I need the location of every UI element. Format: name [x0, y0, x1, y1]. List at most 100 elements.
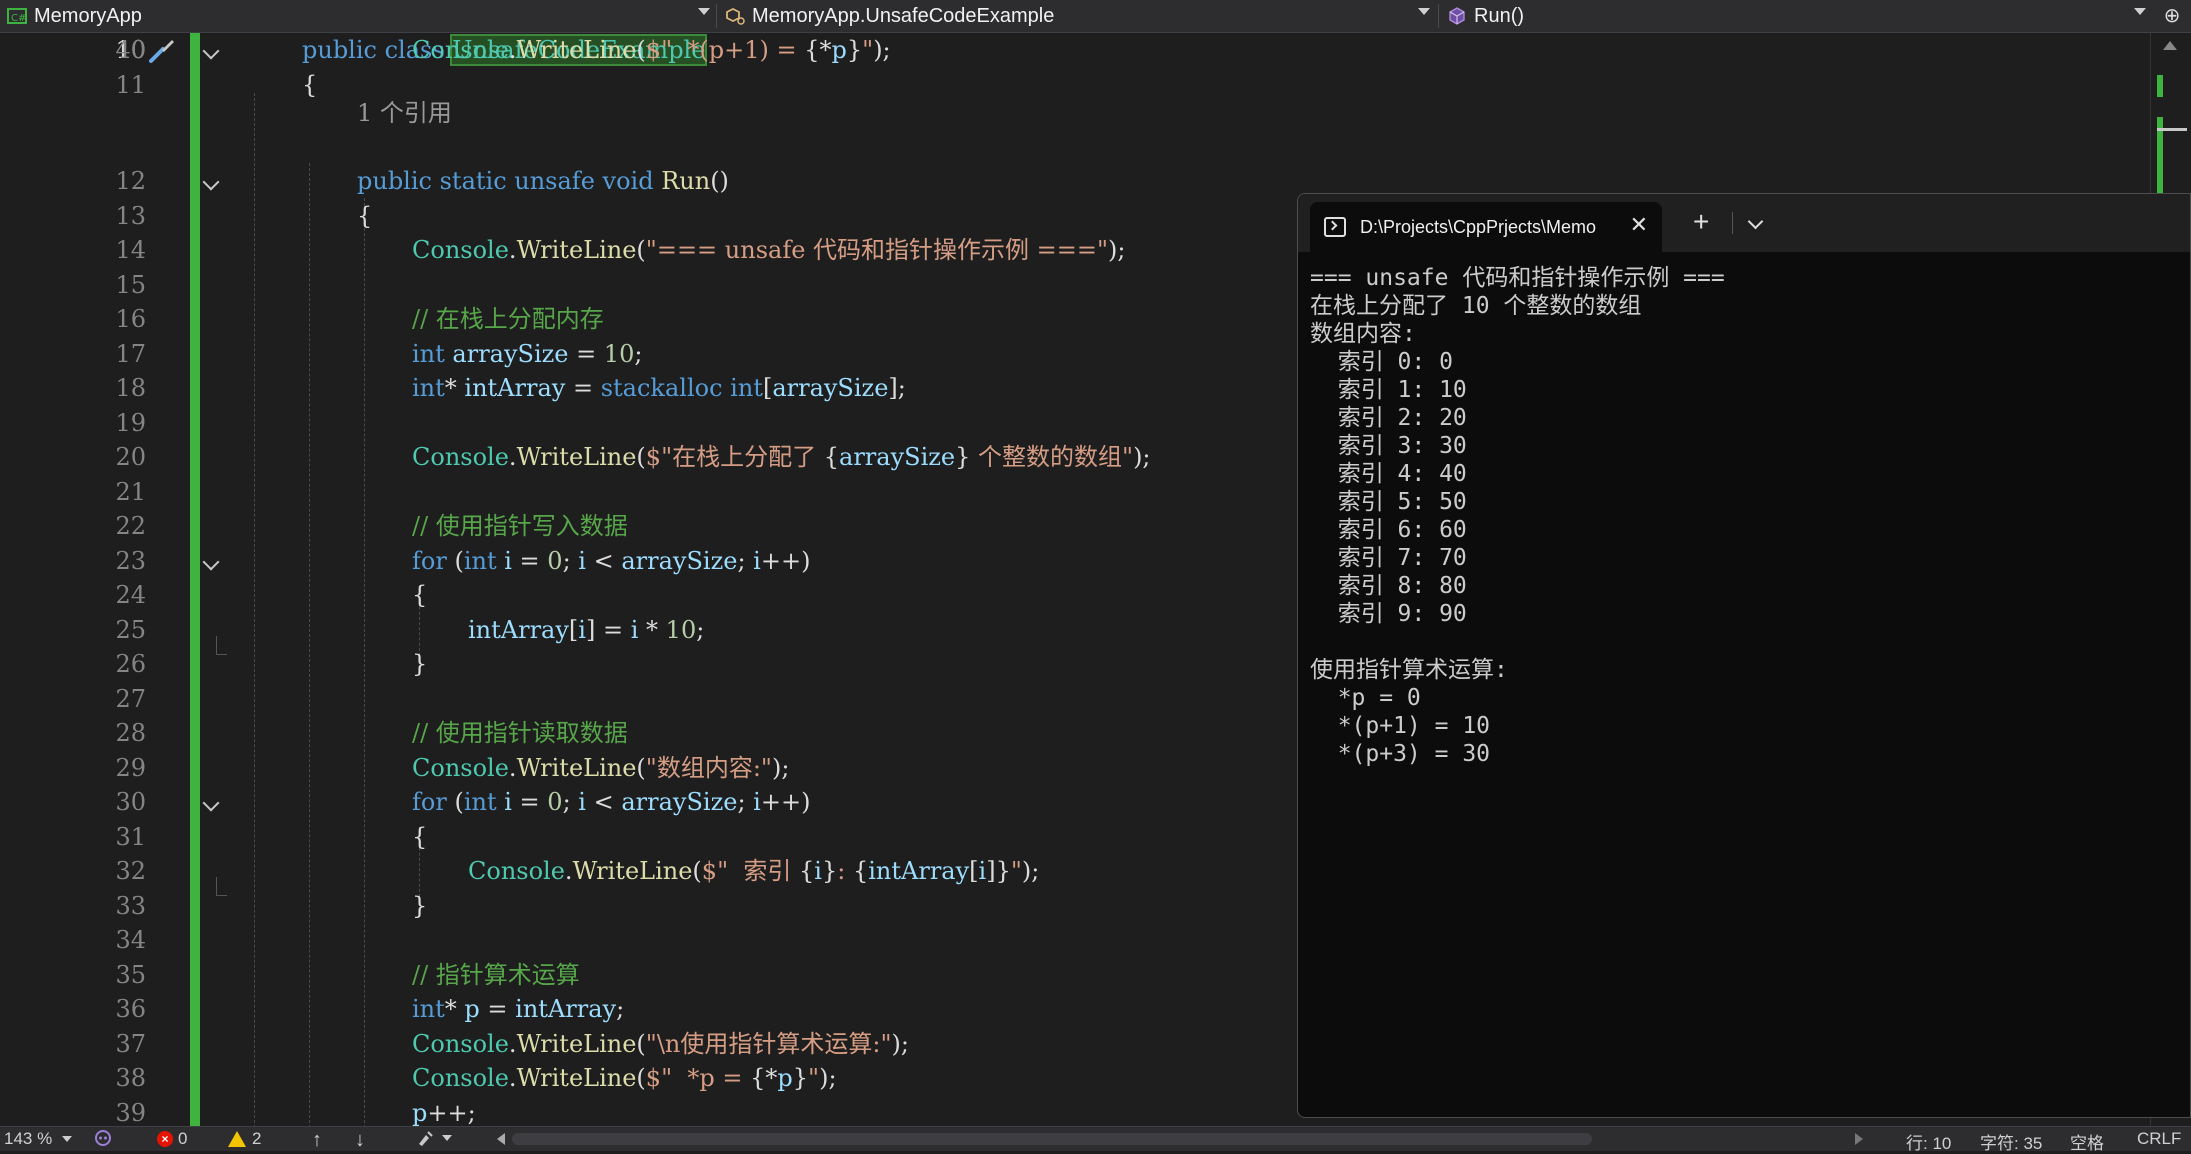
code-token: $" 索引: [701, 857, 799, 885]
scroll-up-arrow-icon[interactable]: [2163, 41, 2177, 50]
code-text: int* p = intArray;: [412, 992, 624, 1027]
csharp-project-icon: C#: [6, 6, 28, 26]
code-cleanup-brush-icon[interactable]: [416, 1129, 452, 1147]
terminal-output-line: 索引 3: 30: [1310, 433, 1467, 459]
code-token: intArray: [464, 374, 566, 402]
line-indicator[interactable]: 行: 10: [1906, 1129, 1951, 1154]
code-text: p++;: [412, 1096, 476, 1126]
terminal-output-line: *(p+1) = 10: [1310, 713, 1491, 739]
line-number: 19: [115, 409, 146, 437]
terminal-window[interactable]: D:\Projects\CppPrjects\Memo ✕ + === unsa…: [1297, 193, 2191, 1118]
code-token: WriteLine: [516, 1064, 637, 1092]
code-token: }: [412, 892, 428, 920]
code-token: .: [564, 857, 573, 885]
code-line[interactable]: 11 {: [0, 68, 2150, 103]
nav-separator: [1438, 4, 1439, 28]
new-tab-plus-icon[interactable]: +: [1693, 208, 1709, 236]
code-token: [: [568, 616, 579, 644]
terminal-output-line: 索引 1: 10: [1310, 377, 1467, 403]
change-marker: [2157, 75, 2163, 97]
whitespace-indicator[interactable]: 空格: [2070, 1129, 2104, 1154]
code-token: ++): [760, 788, 811, 816]
split-window-icon[interactable]: ⊕: [2161, 4, 2183, 28]
code-token: .: [508, 443, 517, 471]
terminal-tab[interactable]: D:\Projects\CppPrjects\Memo ✕: [1310, 202, 1662, 252]
terminal-tab-title: D:\Projects\CppPrjects\Memo: [1360, 216, 1597, 237]
code-token: [: [762, 374, 773, 402]
char-indicator[interactable]: 字符: 35: [1980, 1129, 2042, 1154]
chevron-down-icon[interactable]: [1747, 213, 1764, 230]
previous-issue-arrow-icon[interactable]: ↑: [312, 1129, 322, 1152]
terminal-output-line: === unsafe 代码和指针操作示例 ===: [1310, 265, 1725, 291]
next-issue-arrow-icon[interactable]: ↓: [355, 1129, 365, 1152]
terminal-output-line: 数组内容:: [1310, 321, 1416, 347]
chevron-down-icon: [62, 1136, 73, 1142]
horizontal-scrollbar[interactable]: [512, 1133, 1592, 1145]
code-token: );: [819, 1064, 837, 1092]
warning-count[interactable]: 2: [228, 1129, 261, 1149]
code-token: i: [578, 788, 586, 816]
copilot-icon[interactable]: [94, 1129, 112, 1147]
code-token: (: [636, 36, 646, 64]
code-text: Console.WriteLine($" *p = {*p}");: [412, 1061, 837, 1096]
svg-text:C#: C#: [11, 13, 26, 24]
zoom-dropdown[interactable]: 143 %: [4, 1129, 73, 1149]
code-token: int: [412, 995, 445, 1023]
code-token: Run: [661, 167, 711, 195]
code-token: =: [479, 995, 516, 1023]
close-icon[interactable]: ✕: [1630, 214, 1648, 236]
terminal-output[interactable]: === unsafe 代码和指针操作示例 === 在栈上分配了 10 个整数的数组…: [1310, 264, 2190, 1117]
code-text: Console.WriteLine($"在栈上分配了 {arraySize} 个…: [412, 440, 1151, 475]
line-number: 26: [115, 650, 146, 678]
line-number: 11: [115, 71, 146, 99]
code-token: for: [412, 547, 455, 575]
code-token: .: [508, 1064, 517, 1092]
code-token: // 在栈上分配内存: [412, 305, 604, 333]
code-text: // 使用指针读取数据: [412, 716, 628, 751]
member-dropdown[interactable]: Run(): [1440, 0, 2152, 32]
code-token: for: [412, 788, 455, 816]
code-token: );: [891, 1030, 909, 1058]
code-text: Console.WriteLine($" 索引 {i}: {intArray[i…: [468, 854, 1039, 889]
terminal-icon: [1324, 217, 1346, 237]
code-text: // 指针算术运算: [412, 958, 580, 993]
code-text: Console.WriteLine($" *(p+1) = {*p}");: [412, 33, 891, 68]
terminal-output-line: 索引 2: 20: [1310, 405, 1467, 431]
code-token: WriteLine: [516, 754, 637, 782]
code-text: // 使用指针写入数据: [412, 509, 628, 544]
code-token: WriteLine: [516, 236, 637, 264]
code-token: i: [578, 547, 586, 575]
code-token: int: [463, 547, 505, 575]
code-token: Console: [412, 754, 509, 782]
fold-chevron-icon[interactable]: [202, 173, 220, 191]
fold-chevron-icon[interactable]: [202, 553, 220, 571]
scroll-thumb[interactable]: [2157, 128, 2187, 131]
code-token: .: [508, 1030, 517, 1058]
line-number: 37: [115, 1030, 146, 1058]
terminal-output-line: *p = 0: [1310, 685, 1421, 711]
error-count[interactable]: × 0: [157, 1129, 187, 1149]
code-line[interactable]: 40 Console.WriteLine($" *(p+1) = {*p}");: [0, 33, 2150, 68]
code-text: Console.WriteLine("数组内容:");: [412, 751, 789, 786]
line-number: 30: [115, 788, 146, 816]
type-scope-dropdown[interactable]: MemoryApp.UnsafeCodeExample: [718, 0, 1436, 32]
project-dropdown[interactable]: C# MemoryApp: [0, 0, 716, 32]
scroll-left-arrow-icon[interactable]: [497, 1133, 505, 1145]
code-token: (: [636, 443, 646, 471]
scroll-right-arrow-icon[interactable]: [1855, 1133, 1863, 1145]
code-token: ]}: [986, 857, 1011, 885]
code-token: );: [1133, 443, 1151, 471]
code-token: );: [771, 754, 790, 782]
line-number: 34: [115, 926, 146, 954]
fold-chevron-icon[interactable]: [202, 794, 220, 812]
code-token: "\n使用指针算术运算:": [645, 1030, 892, 1058]
line-ending-indicator[interactable]: CRLF: [2137, 1129, 2181, 1149]
code-token: {: [302, 71, 318, 99]
code-token: WriteLine: [516, 1030, 637, 1058]
code-token: $"在栈上分配了: [645, 443, 824, 471]
code-token: Console: [412, 1064, 509, 1092]
line-number: 12: [115, 167, 146, 195]
terminal-output-line: 索引 5: 50: [1310, 489, 1467, 515]
line-number: 18: [115, 374, 146, 402]
code-token: ": [862, 36, 874, 64]
